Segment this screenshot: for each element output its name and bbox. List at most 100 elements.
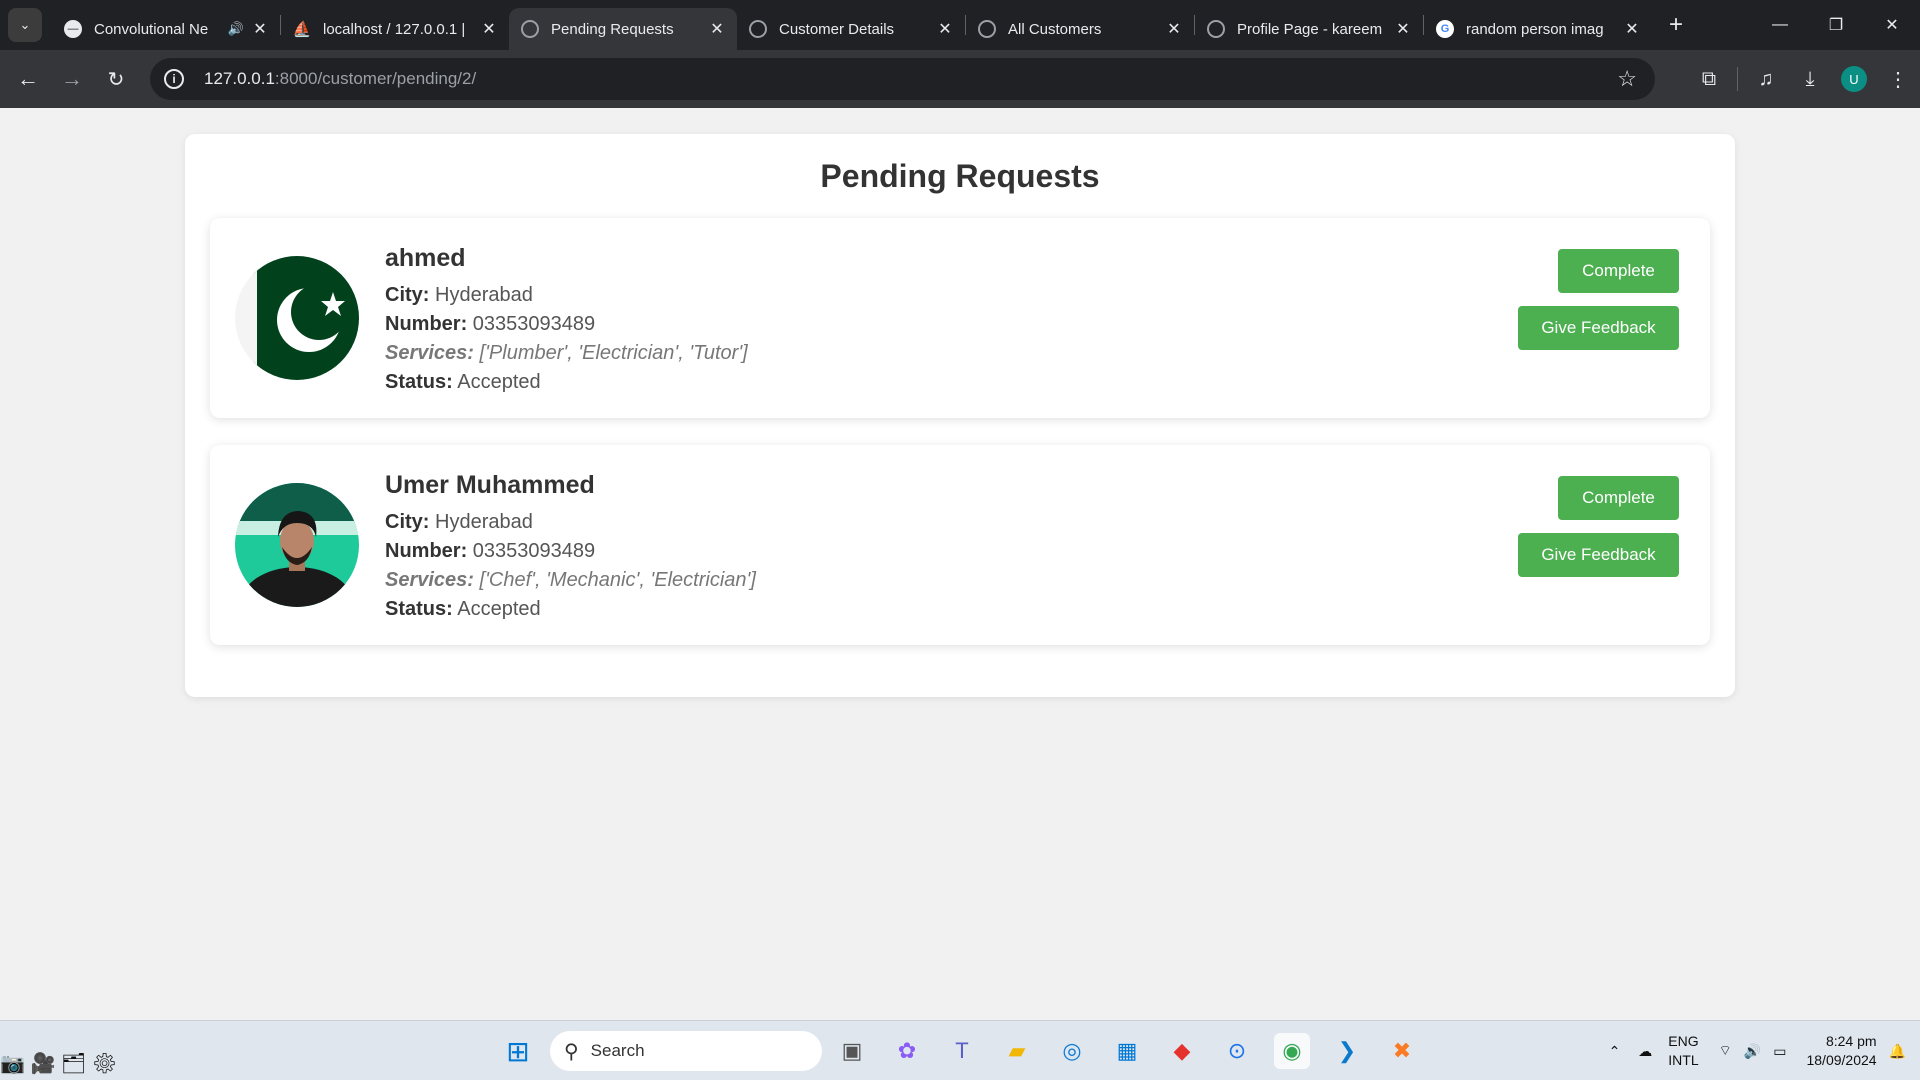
tab-customer-details[interactable]: Customer Details ✕	[737, 8, 965, 50]
media-control-icon[interactable]: ♫	[1744, 57, 1788, 101]
city-label: City:	[385, 511, 430, 533]
search-icon: ⚲	[564, 1040, 579, 1063]
windows-taskbar: 📷 🎥 🗂 ⚙ ⊞ ⚲ Search ▣ ✿ T ▰ ◎ ▦ ◆ ⊙ ◉ ❯ ✖…	[0, 1020, 1920, 1080]
globe-icon	[749, 20, 767, 38]
onedrive-icon[interactable]: ☁	[1638, 1043, 1652, 1060]
copilot-icon[interactable]: ✿	[889, 1033, 925, 1069]
more-menu-icon[interactable]: ⋮	[1876, 57, 1920, 101]
globe-icon	[521, 20, 539, 38]
taskbar-search[interactable]: ⚲ Search	[550, 1031, 822, 1071]
system-tray: ⌃ ☁ ENG INTL ⌔ 🔊 ▭ 8:24 pm 18/09/2024 🔔	[1609, 1021, 1920, 1080]
address-bar[interactable]: i 127.0.0.1:8000/customer/pending/2/ ☆	[150, 58, 1655, 100]
tab-convolutional[interactable]: — Convolutional Ne 🔊 ✕	[52, 8, 280, 50]
clock-time: 8:24 pm	[1825, 1033, 1877, 1049]
search-placeholder: Search	[590, 1041, 645, 1060]
number-row: Number: 03353093489	[385, 537, 756, 566]
clock[interactable]: 8:24 pm 18/09/2024	[1806, 1032, 1876, 1070]
status-label: Status:	[385, 371, 453, 393]
clock-date: 18/09/2024	[1806, 1052, 1877, 1068]
number-label: Number:	[385, 540, 468, 562]
request-details: Umer Muhammed City: Hyderabad Number: 03…	[385, 471, 756, 624]
bookmark-star-icon[interactable]: ☆	[1617, 66, 1637, 92]
phpmyadmin-icon: ⛵	[292, 21, 312, 38]
xampp-icon[interactable]: ✖	[1384, 1033, 1420, 1069]
file-explorer-icon[interactable]: ▰	[999, 1033, 1035, 1069]
tab-title: random person imag	[1466, 20, 1604, 38]
globe-icon	[978, 20, 996, 38]
complete-button[interactable]: Complete	[1558, 476, 1679, 520]
edge-icon[interactable]: ◎	[1054, 1033, 1090, 1069]
close-tab-icon[interactable]: ✕	[1166, 19, 1182, 39]
tab-all-customers[interactable]: All Customers ✕	[966, 8, 1194, 50]
tab-localhost[interactable]: ⛵ localhost / 127.0.0.1 | ✕	[281, 8, 509, 50]
close-tab-icon[interactable]: ✕	[252, 19, 268, 39]
tab-search-button[interactable]: ⌄	[8, 8, 42, 42]
close-tab-icon[interactable]: ✕	[937, 19, 953, 39]
tab-favicon-icon: —	[64, 20, 82, 38]
tab-random-person[interactable]: G random person imag ✕	[1424, 8, 1652, 50]
vscode-icon[interactable]: ❯	[1329, 1033, 1365, 1069]
services-value: ['Chef', 'Mechanic', 'Electrician']	[479, 569, 756, 591]
city-value: Hyderabad	[435, 511, 533, 533]
url-text[interactable]: 127.0.0.1:8000/customer/pending/2/	[204, 69, 476, 89]
teams-icon[interactable]: T	[944, 1033, 980, 1069]
close-tab-icon[interactable]: ✕	[481, 19, 497, 39]
minimize-icon[interactable]: —	[1752, 0, 1808, 50]
tab-title: Pending Requests	[551, 20, 674, 38]
tab-pending-requests[interactable]: Pending Requests ✕	[509, 8, 737, 50]
google-icon: G	[1436, 20, 1454, 38]
windows-start-icon[interactable]: ⊞	[500, 1033, 536, 1069]
globe-icon	[1207, 20, 1225, 38]
tab-title: All Customers	[1008, 20, 1102, 38]
city-row: City: Hyderabad	[385, 508, 756, 537]
close-tab-icon[interactable]: ✕	[709, 19, 725, 39]
url-path: :8000/customer/pending/2/	[274, 69, 477, 88]
volume-icon[interactable]: 🔊	[1744, 1043, 1761, 1060]
profile-avatar[interactable]: U	[1832, 57, 1876, 101]
tab-title: Profile Page - kareem	[1237, 20, 1383, 38]
close-tab-icon[interactable]: ✕	[1624, 19, 1640, 39]
site-info-icon[interactable]: i	[164, 69, 184, 89]
reload-icon[interactable]: ↻	[94, 57, 138, 101]
tab-title: localhost / 127.0.0.1 |	[323, 20, 466, 38]
back-arrow-icon[interactable]: ←	[6, 57, 50, 101]
toolbar-divider	[1737, 67, 1738, 91]
services-label: Services:	[385, 342, 474, 364]
speaker-icon[interactable]: 🔊	[228, 21, 244, 37]
give-feedback-button[interactable]: Give Feedback	[1518, 533, 1679, 577]
toolbar-actions: ⧉ ♫ ⤓ U ⋮	[1687, 50, 1920, 108]
tab-title: Convolutional Ne	[94, 20, 209, 38]
task-view-icon[interactable]: ▣	[834, 1033, 870, 1069]
status-label: Status:	[385, 598, 453, 620]
request-card: ahmed City: Hyderabad Number: 0335309348…	[210, 218, 1710, 418]
tab-title: Customer Details	[779, 20, 895, 38]
browser-tab-strip: ⌄ — Convolutional Ne 🔊 ✕ ⛵ localhost / 1…	[0, 0, 1920, 50]
app-diamond-icon[interactable]: ◆	[1164, 1033, 1200, 1069]
store-icon[interactable]: ▦	[1109, 1033, 1145, 1069]
close-tab-icon[interactable]: ✕	[1395, 19, 1411, 39]
notification-bell-icon[interactable]: 🔔	[1889, 1043, 1906, 1060]
window-controls: — ❐ ✕	[1752, 0, 1920, 50]
forward-arrow-icon[interactable]: →	[50, 57, 94, 101]
wifi-icon[interactable]: ⌔	[1719, 1042, 1732, 1060]
close-window-icon[interactable]: ✕	[1864, 0, 1920, 50]
widgets-icon[interactable]: 📷 🎥 🗂 ⚙	[0, 1045, 150, 1080]
new-tab-button[interactable]: +	[1658, 11, 1694, 39]
battery-icon[interactable]: ▭	[1773, 1043, 1786, 1060]
tab-profile-page[interactable]: Profile Page - kareem ✕	[1195, 8, 1423, 50]
app-helper-icon[interactable]: ⊙	[1219, 1033, 1255, 1069]
number-label: Number:	[385, 313, 468, 335]
profile-initial: U	[1841, 66, 1867, 92]
language-indicator[interactable]: ENG INTL	[1668, 1032, 1698, 1070]
request-card: Umer Muhammed City: Hyderabad Number: 03…	[210, 445, 1710, 645]
extensions-icon[interactable]: ⧉	[1687, 57, 1731, 101]
chevron-up-icon[interactable]: ⌃	[1609, 1043, 1621, 1060]
give-feedback-button[interactable]: Give Feedback	[1518, 306, 1679, 350]
chrome-icon[interactable]: ◉	[1274, 1033, 1310, 1069]
restore-icon[interactable]: ❐	[1808, 0, 1864, 50]
pakistan-flag-icon	[235, 256, 359, 380]
complete-button[interactable]: Complete	[1558, 249, 1679, 293]
number-value: 03353093489	[472, 313, 596, 335]
services-row: Services: ['Chef', 'Mechanic', 'Electric…	[385, 566, 756, 595]
download-icon[interactable]: ⤓	[1788, 57, 1832, 101]
